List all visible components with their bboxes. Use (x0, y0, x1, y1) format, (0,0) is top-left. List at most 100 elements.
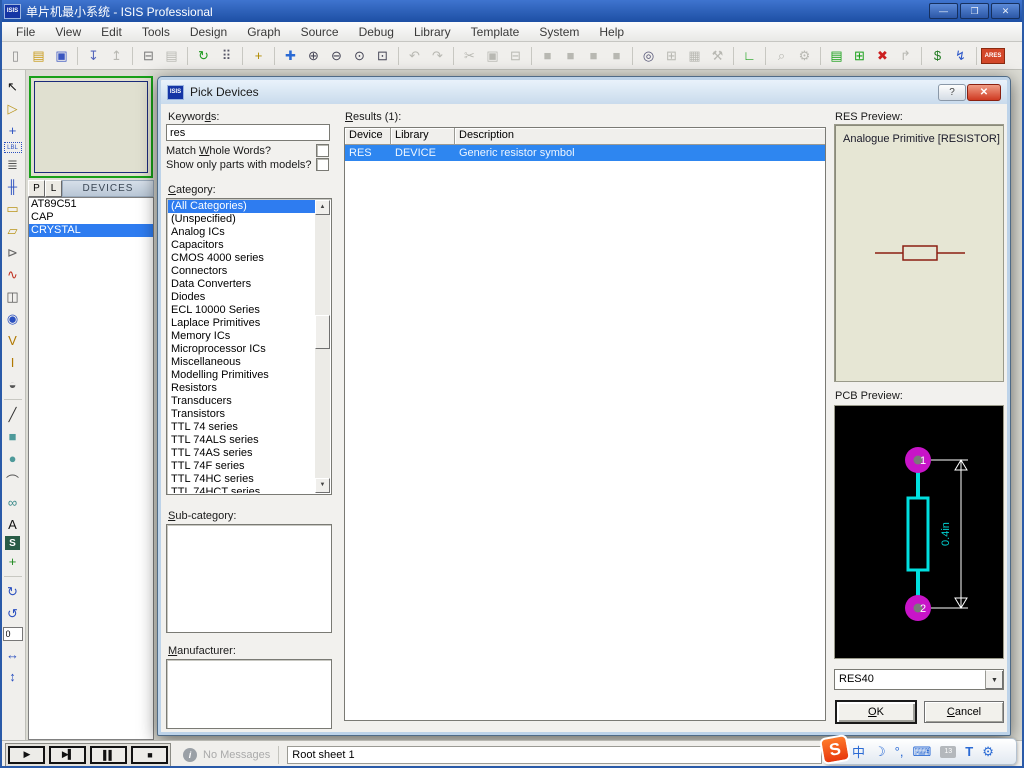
redo-icon[interactable]: ↷ (426, 45, 449, 67)
category-item[interactable]: TTL 74ALS series (168, 434, 315, 447)
menu-item[interactable]: System (529, 23, 589, 41)
terminal-tool[interactable]: ▱ (2, 220, 24, 241)
undo-icon[interactable]: ↶ (403, 45, 426, 67)
category-item[interactable]: Connectors (168, 265, 315, 278)
instruments-tool[interactable]: ◒ (2, 374, 24, 395)
save-icon[interactable]: ▣ (50, 45, 73, 67)
rotate-ccw-button[interactable]: ↺ (2, 603, 24, 624)
marker-tool[interactable]: + (2, 551, 24, 572)
goto-sheet-icon[interactable]: ↱ (894, 45, 917, 67)
graph-tool[interactable]: ∿ (2, 264, 24, 285)
category-item[interactable]: Analog ICs (168, 226, 315, 239)
cancel-button[interactable]: Cancel (924, 701, 1004, 723)
results-column-header[interactable]: Library (391, 128, 455, 145)
scroll-down-button[interactable]: ▼ (315, 478, 330, 493)
menu-item[interactable]: Source (291, 23, 349, 41)
text-script-tool[interactable]: ≣ (2, 154, 24, 175)
wire-label-tool[interactable]: LBL (3, 142, 22, 153)
dialog-help-button[interactable]: ? (938, 83, 966, 101)
pick-parts-button[interactable]: P (28, 180, 45, 197)
zoom-all-icon[interactable]: ⊙ (348, 45, 371, 67)
box-tool[interactable]: ■ (2, 426, 24, 447)
text-tool[interactable]: A (2, 514, 24, 535)
pan-icon[interactable]: ✚ (279, 45, 302, 67)
current-probe-tool[interactable]: I (2, 352, 24, 373)
block-copy-icon[interactable]: ■ (536, 45, 559, 67)
menu-item[interactable]: File (6, 23, 45, 41)
subcircuit-tool[interactable]: ▭ (2, 198, 24, 219)
selection-tool[interactable]: ↖ (2, 76, 24, 97)
minimize-button[interactable]: — (929, 3, 958, 19)
wrench-icon[interactable]: ⚙ (982, 744, 994, 760)
redraw-icon[interactable]: ↻ (192, 45, 215, 67)
rotate-cw-button[interactable]: ↻ (2, 581, 24, 602)
copy-icon[interactable]: ▣ (481, 45, 504, 67)
category-item[interactable]: Diodes (168, 291, 315, 304)
cut-icon[interactable]: ✂ (458, 45, 481, 67)
new-sheet-icon[interactable]: ⊞ (848, 45, 871, 67)
device-list-item[interactable]: AT89C51 (29, 198, 153, 211)
open-folder-icon[interactable]: ▤ (27, 45, 50, 67)
menu-item[interactable]: Help (589, 23, 634, 41)
block-move-icon[interactable]: ■ (559, 45, 582, 67)
category-item[interactable]: Laplace Primitives (168, 317, 315, 330)
search-tag-icon[interactable]: ⌕ (770, 45, 793, 67)
menu-item[interactable]: Template (461, 23, 530, 41)
sogou-logo[interactable]: S (818, 733, 852, 766)
match-whole-words-checkbox[interactable] (316, 144, 329, 157)
category-item[interactable]: Miscellaneous (168, 356, 315, 369)
rotation-angle-field[interactable] (2, 627, 23, 641)
category-item[interactable]: Modelling Primitives (168, 369, 315, 382)
component-tool[interactable]: ▷ (2, 98, 24, 119)
property-assignment-icon[interactable]: ⚙ (793, 45, 816, 67)
category-item[interactable]: TTL 74HC series (168, 473, 315, 486)
path-tool[interactable]: ∞ (2, 492, 24, 513)
library-button[interactable]: L (45, 180, 62, 197)
block-delete-icon[interactable]: ■ (605, 45, 628, 67)
menu-item[interactable]: Library (404, 23, 461, 41)
keyboard-icon[interactable]: ⌨ (912, 744, 931, 760)
junction-dot-tool[interactable]: + (2, 120, 24, 141)
bill-of-materials-icon[interactable]: $ (926, 45, 949, 67)
export-section-icon[interactable]: ↥ (105, 45, 128, 67)
chevron-down-icon[interactable]: ▼ (985, 670, 1003, 689)
result-row[interactable]: RES DEVICE Generic resistor symbol (345, 145, 825, 161)
manufacturer-listbox[interactable] (166, 659, 332, 729)
dialog-close-button[interactable]: ✕ (967, 83, 1001, 101)
menu-item[interactable]: Debug (349, 23, 404, 41)
tape-recorder-tool[interactable]: ◫ (2, 286, 24, 307)
category-item[interactable]: Data Converters (168, 278, 315, 291)
voltage-probe-tool[interactable]: V (2, 330, 24, 351)
category-item[interactable]: (Unspecified) (168, 213, 315, 226)
arc-tool[interactable]: ⌒ (2, 470, 24, 491)
step-button[interactable]: ▶▌ (49, 745, 86, 764)
category-item[interactable]: (All Categories) (168, 200, 315, 213)
decompose-icon[interactable]: ⚒ (706, 45, 729, 67)
moon-icon[interactable]: ☽ (874, 744, 886, 760)
scrollbar-thumb[interactable] (315, 315, 330, 349)
pause-button[interactable]: ▌▌ (90, 745, 127, 764)
hflip-button[interactable]: ↔ (2, 644, 24, 665)
line-tool[interactable]: ╱ (2, 404, 24, 425)
toolbox-13-icon[interactable]: 13 (940, 745, 957, 758)
zoom-out-icon[interactable]: ⊖ (325, 45, 348, 67)
category-item[interactable]: Transducers (168, 395, 315, 408)
block-rotate-icon[interactable]: ■ (582, 45, 605, 67)
category-item[interactable]: CMOS 4000 series (168, 252, 315, 265)
show-only-models-checkbox[interactable] (316, 158, 329, 171)
category-item[interactable]: Transistors (168, 408, 315, 421)
keywords-input[interactable] (166, 124, 330, 141)
generator-tool[interactable]: ◉ (2, 308, 24, 329)
ok-button[interactable]: OK (835, 700, 917, 724)
device-list-item[interactable]: CRYSTAL (29, 224, 153, 237)
category-item[interactable]: Microprocessor ICs (168, 343, 315, 356)
packaging-tool-icon[interactable]: ▦ (683, 45, 706, 67)
print-icon[interactable]: ⊟ (137, 45, 160, 67)
category-item[interactable]: Capacitors (168, 239, 315, 252)
overview-minimap[interactable] (29, 76, 153, 178)
menu-item[interactable]: Edit (91, 23, 132, 41)
scroll-up-button[interactable]: ▲ (315, 200, 330, 215)
paste-icon[interactable]: ⊟ (504, 45, 527, 67)
footprint-combo[interactable]: RES40 ▼ (834, 669, 1004, 690)
category-item[interactable]: Memory ICs (168, 330, 315, 343)
